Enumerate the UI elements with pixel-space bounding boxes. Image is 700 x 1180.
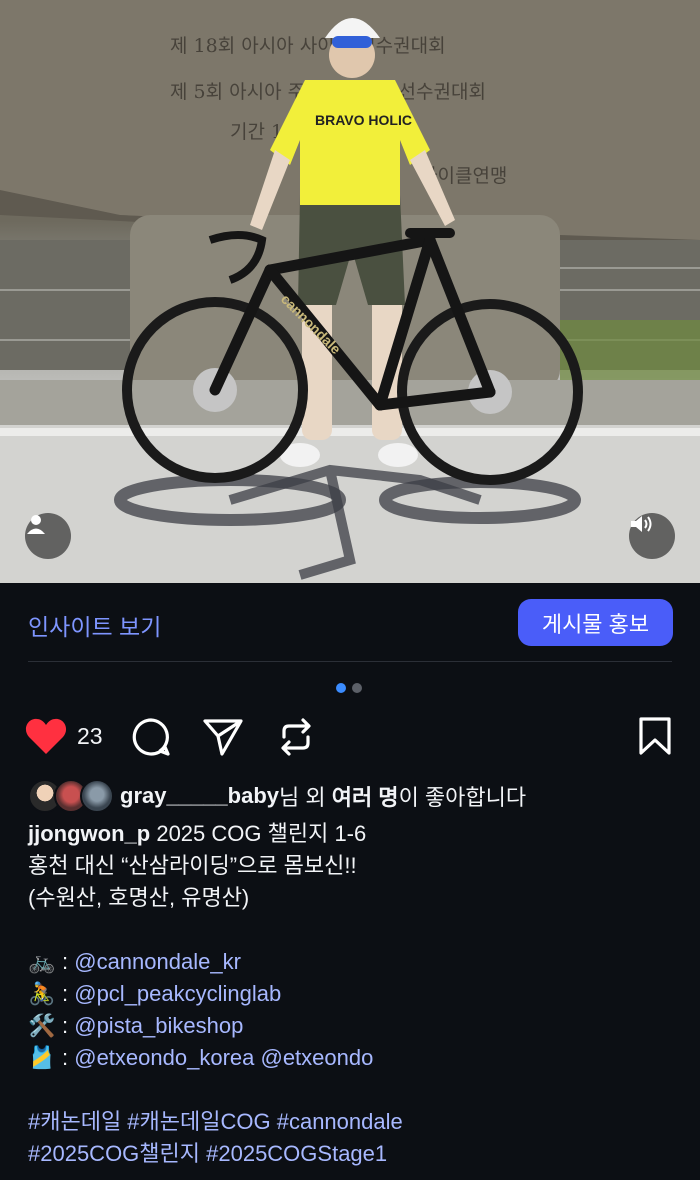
liked-by-others[interactable]: 여러 명 [332,780,399,812]
bike-emoji-icon: 🚲 [28,949,56,974]
caption-line-1: 2025 COG 챌린지 1-6 [156,821,367,846]
jersey-text: BRAVO HOLIC [315,112,412,128]
repost-icon[interactable] [276,717,316,757]
mention-link[interactable]: @etxeondo_korea [74,1045,254,1070]
credit-sep: : [62,1013,75,1038]
credit-line-jersey: 🎽: @etxeondo_korea @etxeondo [28,1042,678,1074]
caption-author[interactable]: jjongwon_p [28,821,150,846]
caption-line-2: 홍천 대신 “산삼라이딩”으로 몸보신!! [28,853,357,878]
divider [28,661,672,662]
bookmark-icon[interactable] [638,717,672,755]
hashtags-line-2[interactable]: #2025COG챌린지 #2025COGStage1 [28,1138,678,1170]
heart-filled-icon[interactable] [25,718,67,756]
cyclist-emoji-icon: 🚴 [28,981,56,1006]
photo-illustration: 제 18회 아시아 사이클 선수권대회 제 5회 아시아 주니어사이클 선수권대… [0,0,700,583]
mention-link[interactable]: @etxeondo [260,1045,373,1070]
like-count[interactable]: 23 [77,723,103,750]
mention-link[interactable]: @pcl_peakcyclinglab [74,981,281,1006]
liker-avatars [28,779,114,813]
carousel-dot-2 [352,683,362,693]
user-tag-icon [27,515,45,534]
sign-line-1: 제 18회 아시아 사이클 선수권대회 [170,35,446,57]
credit-line-cyclist: 🚴: @pcl_peakcyclinglab [28,978,678,1010]
tools-emoji-icon: 🛠️ [28,1013,56,1038]
post-photo[interactable]: 제 18회 아시아 사이클 선수권대회 제 5회 아시아 주니어사이클 선수권대… [0,0,700,583]
liked-by-text-end: 이 좋아합니다 [398,785,527,810]
sound-toggle-button[interactable] [629,513,675,559]
liker-username[interactable]: gray_____baby [120,783,279,809]
comment-bubble-icon[interactable] [131,717,171,757]
liked-by-text: 님 외 [279,785,332,810]
promote-post-button[interactable]: 게시물 홍보 [518,599,673,646]
credit-sep: : [62,1045,75,1070]
tagged-users-button[interactable] [25,513,71,559]
carousel-dot-1 [336,683,346,693]
credit-sep: : [62,949,75,974]
mention-link[interactable]: @cannondale_kr [74,949,241,974]
credit-sep: : [62,981,75,1006]
caption-line-3: (수원산, 호명산, 유명산) [28,885,250,910]
mention-link[interactable]: @pista_bikeshop [74,1013,243,1038]
paper-plane-icon[interactable] [202,717,244,757]
hashtags-line-1[interactable]: #캐논데일 #캐논데일COG #cannondale [28,1106,678,1138]
jersey-emoji-icon: 🎽 [28,1045,56,1070]
action-bar: 23 [25,715,672,759]
avatar [80,779,114,813]
post-caption: jjongwon_p 2025 COG 챌린지 1-6 홍천 대신 “산삼라이딩… [28,818,678,1170]
carousel-indicator [336,683,362,693]
credit-line-tools: 🛠️: @pista_bikeshop [28,1010,678,1042]
view-insights-link[interactable]: 인사이트 보기 [28,608,161,642]
liked-by-row[interactable]: gray_____baby 님 외 여러 명 이 좋아합니다 [28,778,526,814]
speaker-icon [631,516,652,532]
credit-line-bike: 🚲: @cannondale_kr [28,946,678,978]
